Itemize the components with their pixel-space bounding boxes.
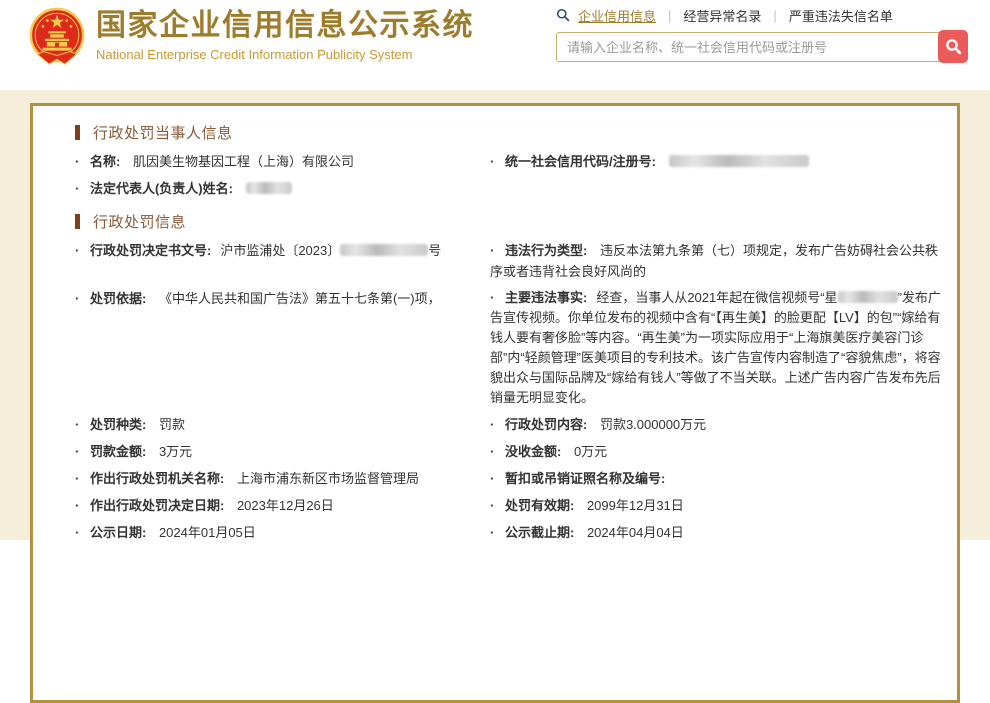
field-value: 罚款3.000000万元 xyxy=(600,417,706,432)
search-area: 企业信用信息 | 经营异常名录 | 严重违法失信名单 xyxy=(556,5,968,64)
top-nav: 企业信用信息 | 经营异常名录 | 严重违法失信名单 xyxy=(556,5,968,25)
field-row: 处罚种类: 罚款 行政处罚内容: 罚款3.000000万元 xyxy=(75,414,947,435)
brand: 国家企业信用信息公示系统 National Enterprise Credit … xyxy=(26,6,474,70)
site-title: 国家企业信用信息公示系统 xyxy=(96,7,474,45)
field-row: 作出行政处罚决定日期: 2023年12月26日 处罚有效期: 2099年12月3… xyxy=(75,495,947,516)
section-party: 行政处罚当事人信息 xyxy=(75,124,947,140)
field-label: 公示日期: xyxy=(90,525,146,540)
section-marker xyxy=(75,125,80,140)
field-value: 2099年12月31日 xyxy=(587,498,684,513)
field-credit-code: 统一社会信用代码/注册号: xyxy=(490,151,947,172)
nav-separator: | xyxy=(773,8,776,23)
field-value: 2024年04月04日 xyxy=(587,525,684,540)
field-value-prefix: 经查，当事人从2021年起在微信视频号“星 xyxy=(596,290,837,305)
field-authority-name: 作出行政处罚机关名称: 上海市浦东新区市场监督管理局 xyxy=(75,468,490,489)
section-title-penalty: 行政处罚信息 xyxy=(93,211,186,232)
field-confiscation-amount: 没收金额: 0万元 xyxy=(490,441,947,462)
field-penalty-type: 处罚种类: 罚款 xyxy=(75,414,490,435)
search-button[interactable] xyxy=(938,30,968,63)
search-input[interactable] xyxy=(556,32,944,62)
redacted-value xyxy=(340,244,428,256)
field-value: 2024年01月05日 xyxy=(159,525,256,540)
field-label: 处罚有效期: xyxy=(505,498,574,513)
field-label: 行政处罚内容: xyxy=(505,417,587,432)
field-penalty-basis: 处罚依据: 《中华人民共和国广告法》第五十七条第(一)项， xyxy=(75,288,490,408)
field-decision-date: 作出行政处罚决定日期: 2023年12月26日 xyxy=(75,495,490,516)
field-row: 处罚依据: 《中华人民共和国广告法》第五十七条第(一)项， 主要违法事实: 经查，… xyxy=(75,288,947,408)
national-emblem-icon xyxy=(26,6,88,70)
redacted-value xyxy=(246,182,292,194)
field-legal-representative: 法定代表人(负责人)姓名: xyxy=(75,178,490,199)
field-value-suffix: 号 xyxy=(428,243,441,258)
site-header: 国家企业信用信息公示系统 National Enterprise Credit … xyxy=(0,0,990,90)
search-icon xyxy=(556,8,570,22)
site-subtitle: National Enterprise Credit Information P… xyxy=(96,47,474,62)
field-value: 罚款 xyxy=(159,417,185,432)
nav-abnormal-operation-list[interactable]: 经营异常名录 xyxy=(683,6,761,25)
field-label: 作出行政处罚机关名称: xyxy=(90,471,224,486)
field-penalty-content: 行政处罚内容: 罚款3.000000万元 xyxy=(490,414,947,435)
field-value: 肌因美生物基因工程（上海）有限公司 xyxy=(133,154,354,169)
field-fine-amount: 罚款金额: 3万元 xyxy=(75,441,490,462)
field-row: 罚款金额: 3万元 没收金额: 0万元 xyxy=(75,441,947,462)
search-icon xyxy=(945,38,962,55)
redacted-value xyxy=(669,155,809,167)
field-value-suffix: ”发布广告宣传视频。你单位发布的视频中含有“【再生美】的脸更配【LV】的包”“嫁… xyxy=(490,290,941,405)
field-label: 处罚依据: xyxy=(90,291,146,306)
field-label: 名称: xyxy=(90,154,120,169)
field-row: 行政处罚决定书文号: 沪市监浦处〔2023〕 号 违法行为类型: 违反本法第九条第（… xyxy=(75,240,947,282)
field-row: 法定代表人(负责人)姓名: xyxy=(75,178,947,199)
search-bar xyxy=(556,30,968,64)
field-violation-type: 违法行为类型: 违反本法第九条第（七）项规定，发布广告妨碍社会公共秩序或者违背社… xyxy=(490,240,947,282)
field-company-name: 名称: 肌因美生物基因工程（上海）有限公司 xyxy=(75,151,490,172)
field-label: 统一社会信用代码/注册号: xyxy=(505,154,656,169)
field-row: 名称: 肌因美生物基因工程（上海）有限公司 统一社会信用代码/注册号: xyxy=(75,151,947,172)
field-label: 处罚种类: xyxy=(90,417,146,432)
field-value: 3万元 xyxy=(159,444,192,459)
section-marker xyxy=(75,214,80,229)
field-value: 《中华人民共和国广告法》第五十七条第(一)项， xyxy=(159,291,441,306)
brand-text: 国家企业信用信息公示系统 National Enterprise Credit … xyxy=(96,6,474,70)
field-decision-number: 行政处罚决定书文号: 沪市监浦处〔2023〕 号 xyxy=(75,240,490,282)
field-label: 作出行政处罚决定日期: xyxy=(90,498,224,513)
penalty-detail-card: 行政处罚当事人信息 名称: 肌因美生物基因工程（上海）有限公司 统一社会信用代码… xyxy=(30,103,960,703)
field-penalty-validity-date: 处罚有效期: 2099年12月31日 xyxy=(490,495,947,516)
field-row: 作出行政处罚机关名称: 上海市浦东新区市场监督管理局 暂扣或吊销证照名称及编号: xyxy=(75,468,947,489)
nav-separator: | xyxy=(668,8,671,23)
field-label: 违法行为类型: xyxy=(505,243,587,258)
redacted-value xyxy=(838,291,898,303)
field-label: 暂扣或吊销证照名称及编号: xyxy=(505,471,665,486)
section-penalty: 行政处罚信息 xyxy=(75,213,947,229)
field-license-revocation: 暂扣或吊销证照名称及编号: xyxy=(490,468,947,489)
field-value: 上海市浦东新区市场监督管理局 xyxy=(237,471,419,486)
nav-enterprise-credit-info[interactable]: 企业信用信息 xyxy=(578,6,656,25)
field-label: 罚款金额: xyxy=(90,444,146,459)
field-value-prefix: 沪市监浦处〔2023〕 xyxy=(220,243,340,258)
field-main-illegal-facts: 主要违法事实: 经查，当事人从2021年起在微信视频号“星”发布广告宣传视频。你单… xyxy=(490,288,947,408)
main-content: 行政处罚当事人信息 名称: 肌因美生物基因工程（上海）有限公司 统一社会信用代码… xyxy=(0,90,990,540)
field-label: 法定代表人(负责人)姓名: xyxy=(90,181,233,196)
field-label: 公示截止期: xyxy=(505,525,574,540)
nav-serious-violation-list[interactable]: 严重违法失信名单 xyxy=(789,6,893,25)
field-value: 0万元 xyxy=(574,444,607,459)
field-label: 没收金额: xyxy=(505,444,561,459)
field-value: 2023年12月26日 xyxy=(237,498,334,513)
field-label: 主要违法事实: xyxy=(505,290,587,305)
field-label: 行政处罚决定书文号: xyxy=(90,243,211,258)
section-title-party: 行政处罚当事人信息 xyxy=(93,122,233,143)
